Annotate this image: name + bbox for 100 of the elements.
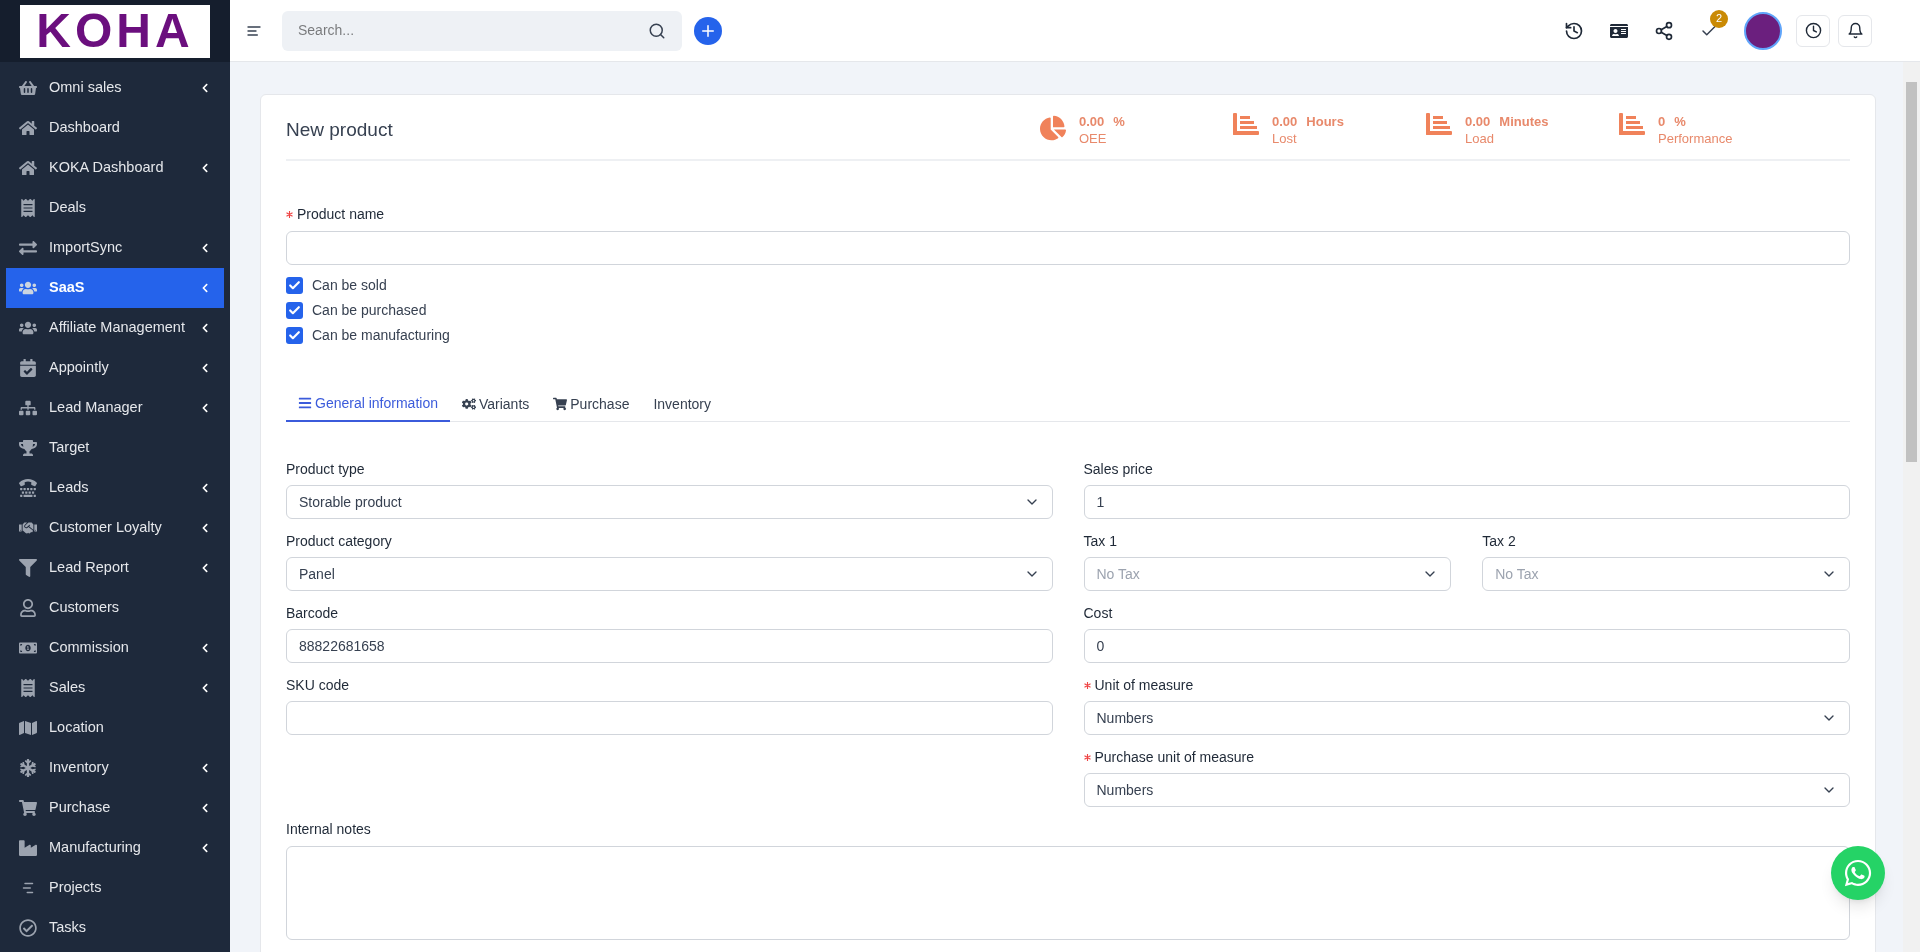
sidebar-item[interactable]: Affiliate Management xyxy=(6,308,224,348)
sidebar-item[interactable]: Customers xyxy=(6,588,224,628)
sidebar-item[interactable]: Lead Report xyxy=(6,548,224,588)
field-label: Cost xyxy=(1083,603,1113,623)
stat-label: Performance xyxy=(1658,130,1733,147)
pie-chart-icon xyxy=(1040,115,1066,141)
select-field[interactable]: Storable product xyxy=(286,485,1053,519)
factory-icon xyxy=(19,839,37,857)
checkbox[interactable] xyxy=(286,276,303,294)
notifications-button[interactable] xyxy=(1838,14,1872,47)
select-field[interactable]: Panel xyxy=(286,557,1053,591)
chevron-left-icon xyxy=(200,763,210,773)
input-field[interactable] xyxy=(286,701,1053,735)
calendar-icon xyxy=(19,359,37,377)
sidebar-item[interactable]: ImportSync xyxy=(6,228,224,268)
checkbox-label: Can be sold xyxy=(312,275,387,295)
stat-unit: % xyxy=(1113,113,1125,130)
sidebar-item[interactable]: Manufacturing xyxy=(6,828,224,868)
users-icon xyxy=(19,279,37,297)
field-label: SKU code xyxy=(286,675,350,695)
stat-value: 0.00 xyxy=(1272,113,1298,130)
tab[interactable]: Purchase xyxy=(541,386,642,422)
sidebar-item[interactable]: Projects xyxy=(6,868,224,908)
clock-button[interactable] xyxy=(1796,14,1830,47)
select-field[interactable]: Numbers xyxy=(1083,773,1850,807)
chevron-left-icon xyxy=(200,363,210,373)
share-icon[interactable] xyxy=(1654,20,1674,41)
sidebar-item[interactable]: Customer Loyalty xyxy=(6,508,224,548)
chevron-left-icon xyxy=(200,283,210,293)
home-icon xyxy=(19,159,37,177)
chevron-left-icon xyxy=(200,483,210,493)
sidebar-item[interactable]: KOKA Dashboard xyxy=(6,148,224,188)
checkmark-icon xyxy=(288,328,301,342)
checkbox[interactable] xyxy=(286,326,303,344)
sidebar-item[interactable]: Deals xyxy=(6,188,224,228)
stat-value: 0 xyxy=(1658,113,1666,130)
clock-icon xyxy=(1804,22,1822,39)
field-label: Unit of measure xyxy=(1083,674,1194,696)
add-button[interactable] xyxy=(694,16,722,45)
select-field[interactable]: Numbers xyxy=(1083,701,1850,735)
field-label: Internal notes xyxy=(286,820,372,839)
sidebar-item[interactable]: Leads xyxy=(6,468,224,508)
field-label: Product name xyxy=(286,204,385,225)
chevron-left-icon xyxy=(200,843,210,853)
field-label: Tax 2 xyxy=(1482,531,1516,551)
required-icon xyxy=(286,211,293,218)
required-icon xyxy=(1083,753,1091,761)
receipt-icon xyxy=(19,199,37,217)
sidebar-item[interactable]: Inventory xyxy=(6,748,224,788)
checkbox-label: Can be purchased xyxy=(312,300,427,320)
chevron-left-icon xyxy=(200,83,210,93)
search-field[interactable]: Search... xyxy=(282,10,682,51)
sidebar-item[interactable]: Dashboard xyxy=(6,108,224,148)
tab[interactable]: General information xyxy=(286,386,450,422)
chevron-left-icon xyxy=(200,683,210,693)
sidebar-item[interactable]: Appointly xyxy=(6,348,224,388)
logo[interactable]: KOHA xyxy=(20,4,210,58)
search-input[interactable]: Search... xyxy=(298,20,648,41)
input-field[interactable]: 88822681658 xyxy=(286,629,1053,663)
page-title: New product xyxy=(286,117,394,142)
search-icon[interactable] xyxy=(648,21,666,40)
avatar[interactable] xyxy=(1744,11,1782,50)
sidebar-item[interactable]: Tasks xyxy=(6,908,224,948)
sidebar-item[interactable]: Location xyxy=(6,708,224,748)
field-label: Product type xyxy=(286,459,365,479)
stat-label: Load xyxy=(1465,130,1495,147)
sidebar-item[interactable]: Purchase xyxy=(6,788,224,828)
chevron-left-icon xyxy=(200,563,210,573)
tab[interactable]: Inventory xyxy=(641,386,724,422)
required-icon xyxy=(1083,681,1091,689)
input-field[interactable]: 0 xyxy=(1083,629,1850,663)
stat-unit: % xyxy=(1674,113,1686,130)
scrollbar[interactable] xyxy=(1903,62,1920,952)
gears-icon xyxy=(461,397,476,411)
sidebar-item[interactable]: Target xyxy=(6,428,224,468)
contact-card-icon[interactable] xyxy=(1610,21,1628,40)
arrows-icon xyxy=(19,239,37,257)
sidebar-item[interactable]: Omni sales xyxy=(6,68,224,108)
sidebar-item[interactable]: SaaS xyxy=(6,268,224,308)
stat-unit: Minutes xyxy=(1499,113,1549,130)
sidebar-item[interactable]: Lead Manager xyxy=(6,388,224,428)
sidebar-item[interactable]: Commission xyxy=(6,628,224,668)
chevron-left-icon xyxy=(200,643,210,653)
product-name-input[interactable] xyxy=(286,231,1850,265)
checkmark-icon xyxy=(288,303,301,317)
users-icon xyxy=(19,319,37,337)
chevron-left-icon xyxy=(200,243,210,253)
cart-icon xyxy=(553,397,568,411)
stat-label: OEE xyxy=(1079,130,1108,147)
input-field[interactable]: 1 xyxy=(1083,485,1850,519)
chevron-left-icon xyxy=(200,803,210,813)
bell-icon xyxy=(1846,22,1864,39)
trophy-icon xyxy=(19,439,37,457)
history-icon[interactable] xyxy=(1564,20,1584,41)
receipt-icon xyxy=(19,679,37,697)
tab[interactable]: Variants xyxy=(449,386,542,422)
sidebar-item[interactable]: Sales xyxy=(6,668,224,708)
bar-chart-icon xyxy=(1619,113,1645,135)
phone-icon xyxy=(19,479,37,497)
checkbox[interactable] xyxy=(286,301,303,319)
